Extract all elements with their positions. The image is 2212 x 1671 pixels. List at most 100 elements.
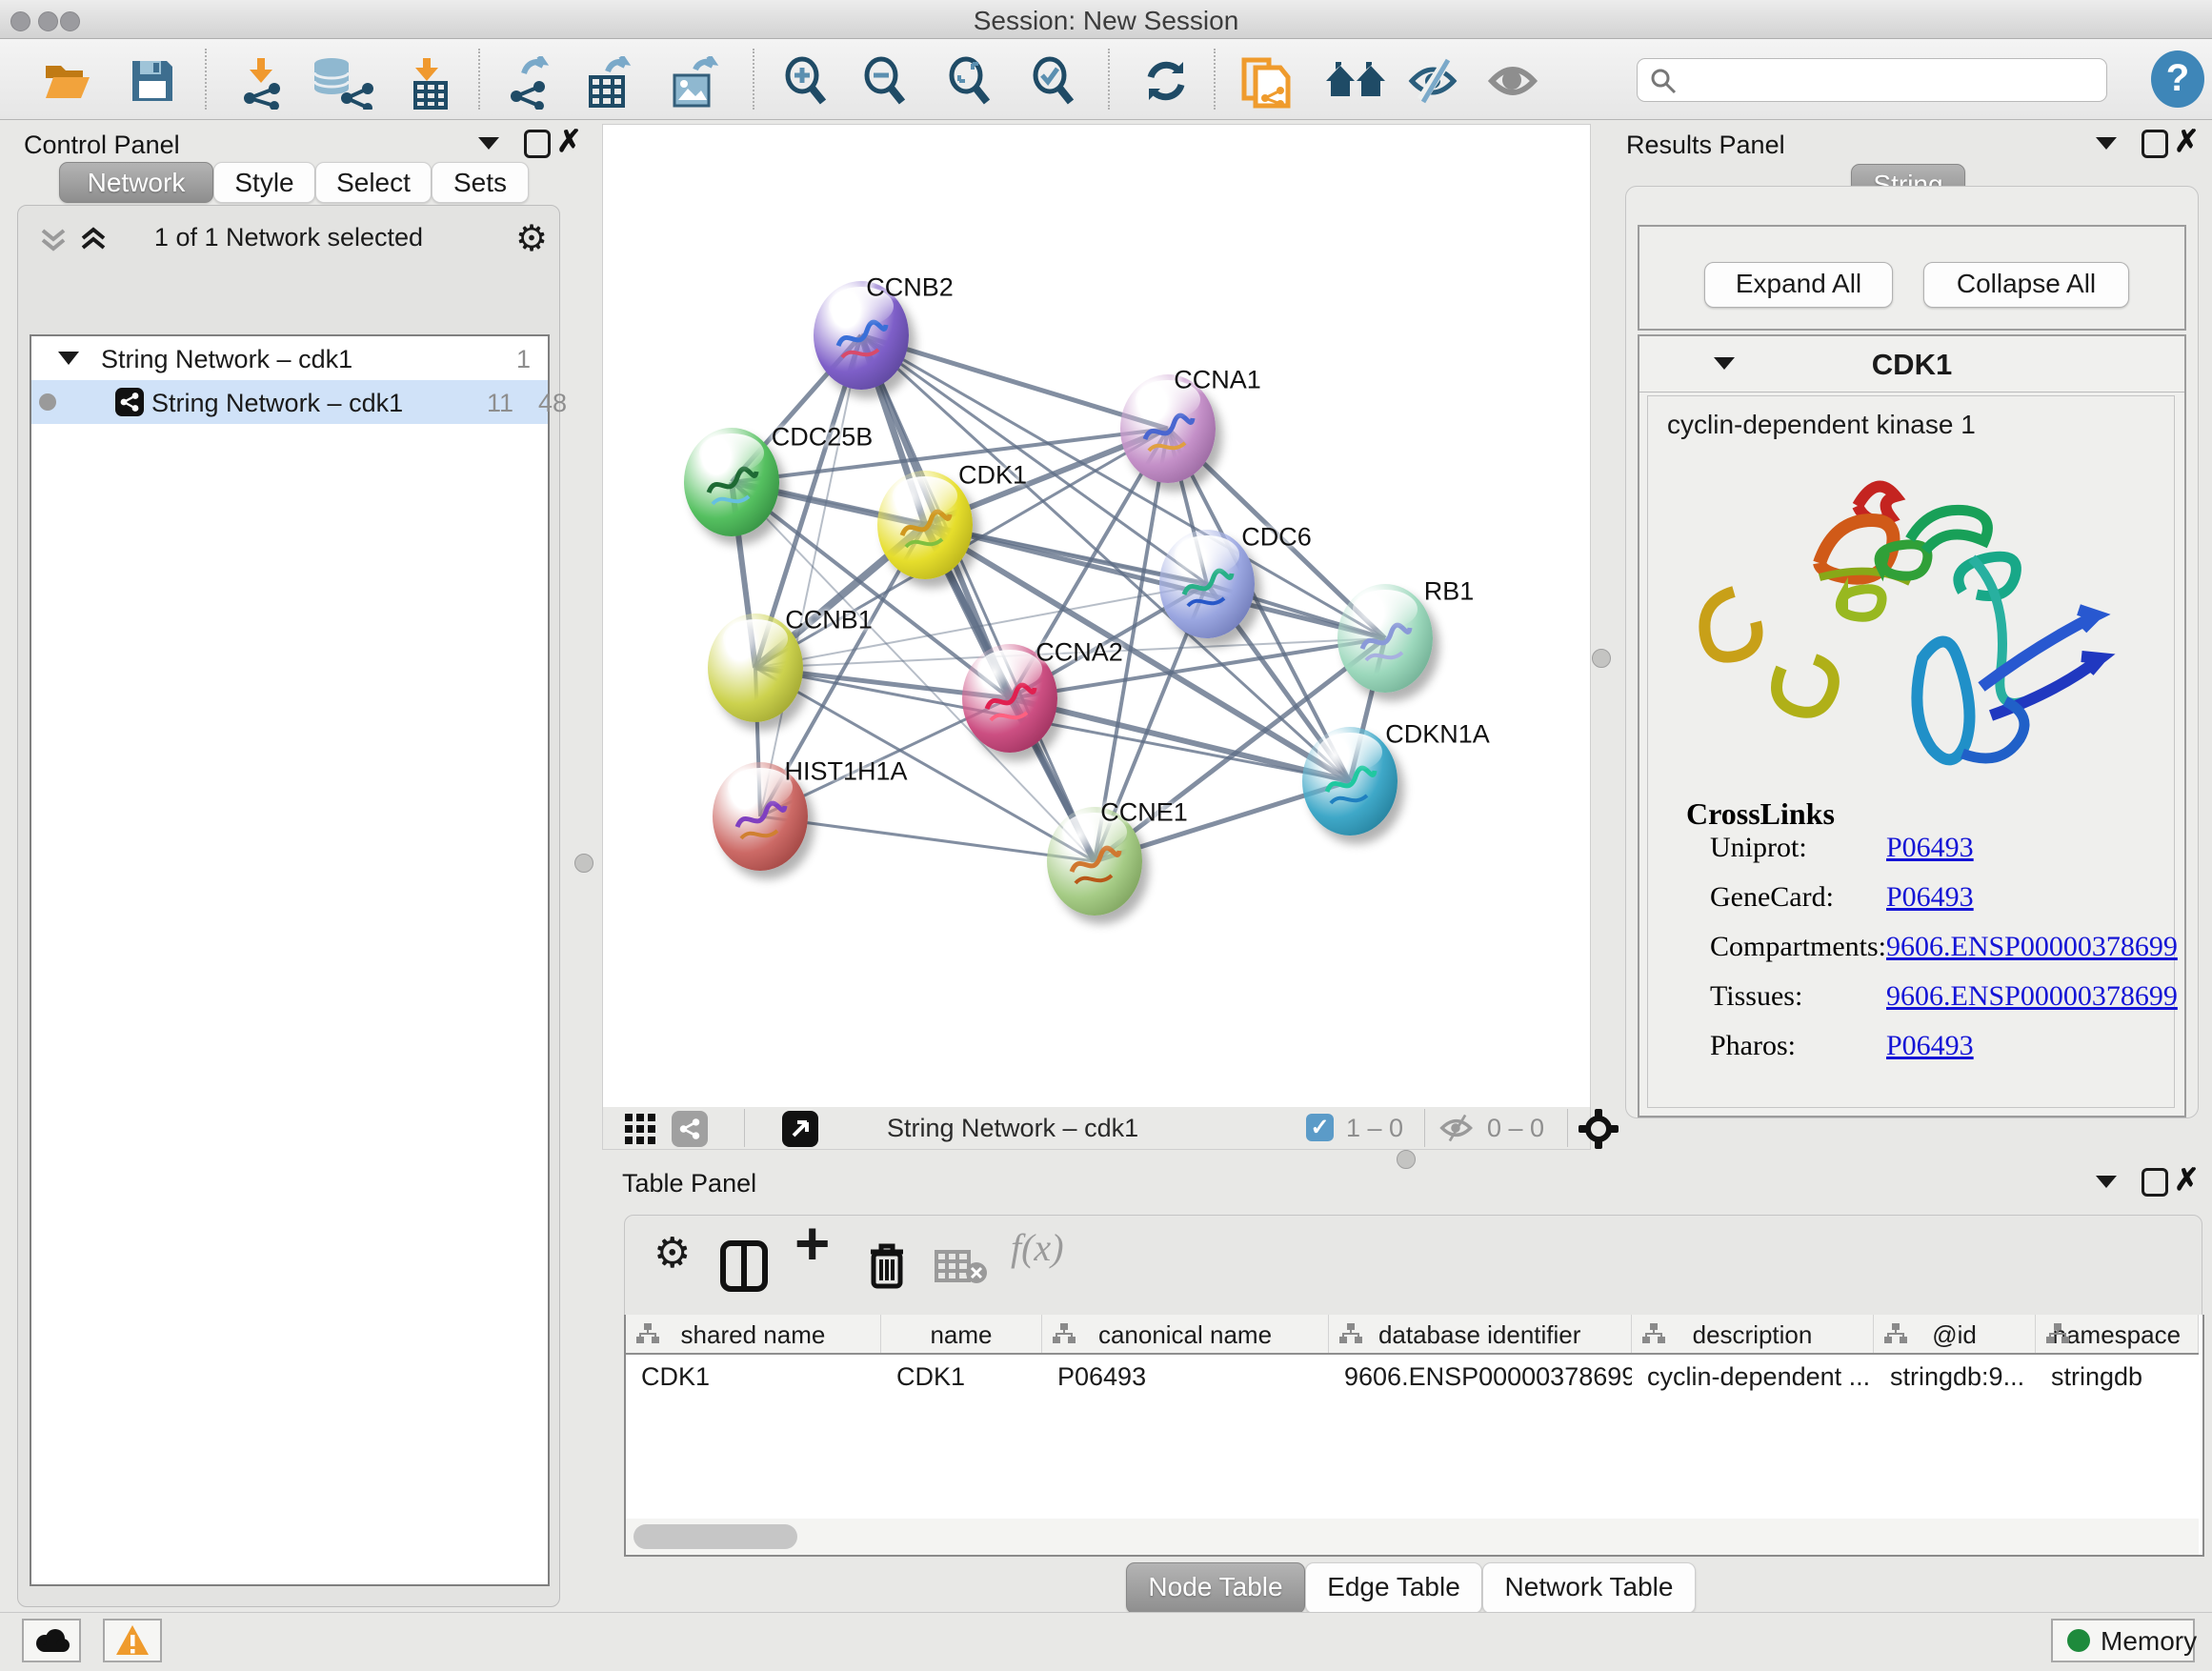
table-toolbar: ⚙ + f(x) (624, 1215, 2202, 1317)
node-label-hist1h1a: HIST1H1A (784, 757, 907, 787)
collapse-all-button[interactable]: Collapse All (1923, 262, 2129, 308)
tab-network[interactable]: Network (59, 162, 213, 203)
tab-sets[interactable]: Sets (432, 162, 529, 203)
left-splitter-handle[interactable] (574, 854, 593, 873)
shared-column-icon (1052, 1322, 1076, 1345)
open-in-new-window-icon[interactable] (782, 1111, 818, 1147)
horizontal-scrollbar[interactable] (626, 1519, 2199, 1555)
column-header--id[interactable]: @id (1874, 1315, 2035, 1353)
export-network-icon[interactable] (503, 56, 553, 106)
right-splitter-handle[interactable] (1592, 649, 1611, 668)
network-edge[interactable] (760, 335, 861, 816)
table-cell[interactable]: CDK1 (626, 1355, 881, 1397)
search-input[interactable] (1637, 58, 2107, 102)
node-table[interactable]: shared namename canonical name database … (624, 1315, 2204, 1557)
import-network-icon[interactable] (236, 56, 286, 106)
network-node-cdkn1a[interactable] (1302, 727, 1398, 836)
node-result-header[interactable]: CDK1 (1639, 336, 2184, 393)
table-header-row: shared namename canonical name database … (626, 1315, 2199, 1355)
crosslink-link[interactable]: P06493 (1886, 832, 1974, 864)
crosslink-row: Tissues: 9606.ENSP00000378699 (1686, 980, 1835, 1030)
results-panel-float-icon[interactable] (2142, 130, 2168, 158)
network-collection-row[interactable]: String Network – cdk1 1 (31, 336, 548, 380)
delete-column-trash-icon[interactable] (865, 1240, 909, 1297)
control-panel-menu-icon[interactable] (478, 137, 499, 150)
refresh-icon[interactable] (1141, 56, 1191, 106)
zoom-selected-icon[interactable] (1029, 56, 1078, 106)
zoom-out-icon[interactable] (860, 56, 910, 106)
network-node-cdc6[interactable] (1159, 530, 1255, 638)
column-header-canonical-name[interactable]: canonical name (1042, 1315, 1329, 1353)
table-panel-float-icon[interactable] (2142, 1168, 2168, 1197)
control-panel-float-icon[interactable] (524, 130, 551, 158)
crosslink-link[interactable]: P06493 (1886, 1030, 1974, 1062)
table-cell[interactable]: cyclin-dependent ... (1632, 1355, 1875, 1397)
expand-all-button[interactable]: Expand All (1704, 262, 1893, 308)
delete-table-icon[interactable] (935, 1248, 988, 1291)
table-cell[interactable]: P06493 (1042, 1355, 1329, 1397)
crosslink-label: Compartments: (1710, 931, 1886, 963)
tab-node-table[interactable]: Node Table (1126, 1562, 1305, 1614)
column-header-description[interactable]: description (1632, 1315, 1875, 1353)
selected-checkbox-icon[interactable]: ✓ (1306, 1114, 1334, 1141)
table-cell[interactable]: stringdb (2036, 1355, 2199, 1397)
column-header-namespace[interactable]: namespace (2036, 1315, 2199, 1353)
copy-style-icon[interactable] (1238, 56, 1297, 106)
network-row-selected[interactable]: String Network – cdk1 11 48 (31, 380, 548, 424)
memory-button[interactable]: Memory (2051, 1619, 2195, 1662)
table-options-gear-icon[interactable]: ⚙ (654, 1229, 691, 1278)
crosslink-link[interactable]: P06493 (1886, 881, 1974, 914)
table-row[interactable]: CDK1CDK1P064939606.ENSP00000378699cyclin… (626, 1355, 2199, 1397)
crosslink-link[interactable]: 9606.ENSP00000378699 (1886, 931, 2178, 963)
zoom-fit-icon[interactable] (945, 56, 995, 106)
export-table-icon[interactable] (583, 56, 633, 106)
zoom-in-icon[interactable] (781, 56, 831, 106)
shared-column-icon (2045, 1322, 2070, 1345)
show-all-eye-icon[interactable] (1488, 56, 1538, 106)
table-cell[interactable]: stringdb:9... (1875, 1355, 2036, 1397)
tab-style[interactable]: Style (213, 162, 315, 203)
network-options-gear-icon[interactable]: ⚙ (515, 217, 548, 260)
network-edge[interactable] (760, 816, 1095, 861)
function-builder-icon[interactable]: f(x) (1011, 1225, 1064, 1270)
table-panel-menu-icon[interactable] (2096, 1176, 2117, 1188)
table-cell[interactable]: 9606.ENSP00000378699 (1329, 1355, 1632, 1397)
birds-eye-view-icon[interactable] (624, 1113, 656, 1150)
first-neighbors-icon[interactable] (1324, 56, 1387, 106)
crosslink-link[interactable]: 9606.ENSP00000378699 (1886, 980, 2178, 1013)
save-session-icon[interactable] (128, 56, 177, 106)
column-header-shared-name[interactable]: shared name (626, 1315, 881, 1353)
show-columns-icon[interactable] (720, 1240, 768, 1297)
network-type-badge-icon[interactable] (672, 1111, 708, 1147)
network-node-rb1[interactable] (1337, 584, 1433, 693)
collection-expand-icon[interactable] (58, 352, 79, 365)
export-image-icon[interactable] (667, 56, 716, 106)
help-button[interactable]: ? (2151, 50, 2204, 108)
results-panel-menu-icon[interactable] (2096, 137, 2117, 150)
scrollbar-thumb[interactable] (633, 1524, 797, 1549)
import-table-icon[interactable] (404, 56, 453, 106)
column-header-database-identifier[interactable]: database identifier (1329, 1315, 1632, 1353)
tab-select[interactable]: Select (315, 162, 432, 203)
cloud-status-button[interactable] (22, 1619, 81, 1662)
search-icon (1649, 67, 1678, 95)
node-label-ccnb1: CCNB1 (785, 606, 873, 635)
create-column-icon[interactable]: + (794, 1208, 830, 1278)
import-network-database-icon[interactable] (307, 56, 375, 106)
fit-content-crosshair-icon[interactable] (1579, 1109, 1619, 1154)
open-session-icon[interactable] (42, 56, 91, 106)
network-edge[interactable] (925, 525, 1385, 638)
tab-edge-table[interactable]: Edge Table (1305, 1562, 1482, 1614)
column-header-name[interactable]: name (881, 1315, 1042, 1353)
control-panel-close-icon[interactable]: ✗ (556, 130, 582, 152)
tab-network-table[interactable]: Network Table (1482, 1562, 1696, 1614)
network-list: String Network – cdk1 1 String Network –… (30, 334, 550, 1586)
warning-status-button[interactable] (103, 1619, 162, 1662)
network-node-cdc25b[interactable] (684, 428, 779, 536)
table-panel-close-icon[interactable]: ✗ (2174, 1168, 2200, 1191)
crosslink-label: Uniprot: (1710, 832, 1807, 864)
results-panel-close-icon[interactable]: ✗ (2174, 130, 2200, 152)
table-cell[interactable]: CDK1 (881, 1355, 1042, 1397)
hide-selected-eye-slash-icon[interactable] (1408, 56, 1458, 106)
network-view-canvas[interactable]: CCNB2 CCNA1 CDC25B CDK1 CDC6 RB1CCNB1 CC… (602, 124, 1591, 1109)
